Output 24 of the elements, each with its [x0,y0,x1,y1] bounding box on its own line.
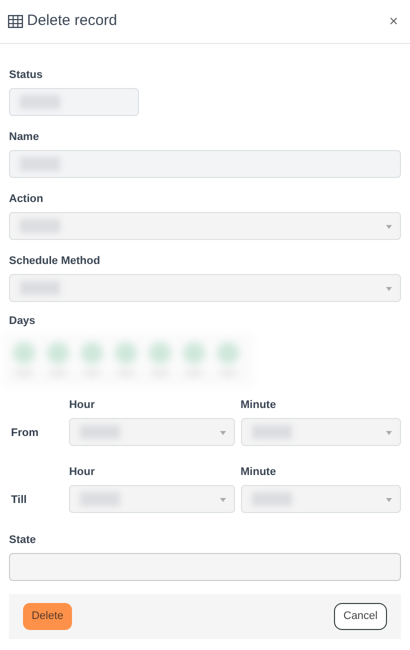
field-label: Status [9,68,44,82]
delete-button[interactable]: Delete [23,603,72,630]
caret-icon [386,225,392,229]
caret-icon [386,498,392,502]
field-label: State [9,533,37,547]
input-field[interactable] [9,553,401,581]
field-label: Hour [69,398,96,412]
caret-icon [386,431,392,435]
dialog-title: Delete record [27,11,118,32]
caret-icon [220,498,226,502]
caret-icon [220,431,226,435]
field-label: Hour [69,465,96,479]
field-label: Schedule Method [9,254,102,268]
caret-icon [386,287,392,291]
field-label: Minute [240,465,277,479]
field-label: Name [9,130,40,144]
time-label: Till [11,493,27,507]
cancel-button[interactable]: Cancel [334,603,387,630]
close-button[interactable]: × [387,14,400,29]
time-label: From [11,426,38,440]
field-label: Minute [240,398,277,412]
field-label: Days [9,314,36,328]
table-icon [8,15,23,28]
field-label: Action [9,192,44,206]
